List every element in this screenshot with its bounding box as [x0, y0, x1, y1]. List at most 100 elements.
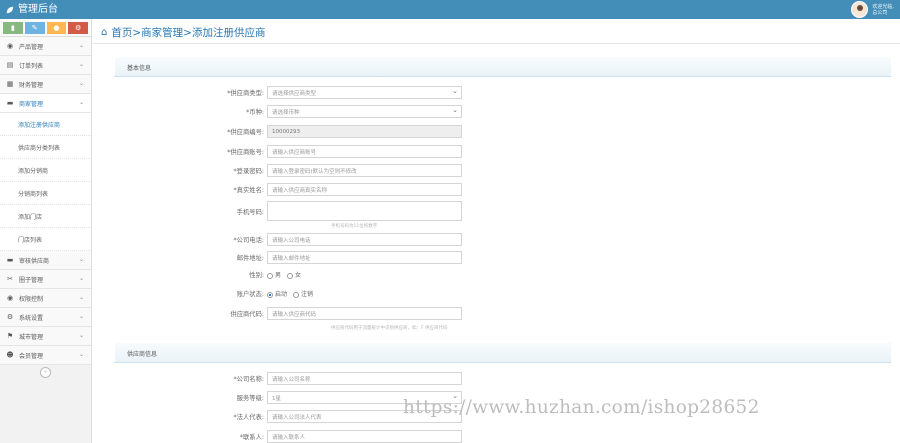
- sidebar-item-orders[interactable]: ▤ 订单列表 ⌄: [0, 56, 91, 75]
- sidebar-subitem[interactable]: 添加门店: [0, 205, 91, 228]
- circle-icon: ✂: [7, 275, 13, 283]
- placeholder: 请输入供应商真实名称: [272, 187, 328, 194]
- placeholder: 请输入公司名称: [272, 376, 311, 383]
- sidebar-item-label: 城市管理: [19, 333, 44, 341]
- sidebar-subitem[interactable]: 添加注册供应商: [0, 113, 91, 136]
- leaf-icon: [6, 6, 14, 13]
- order-icon: ▤: [6, 61, 14, 69]
- chevron-down-icon: ⌄: [78, 332, 84, 339]
- placeholder: 请输入邮件地址: [272, 255, 311, 262]
- avatar: [851, 1, 869, 18]
- form-row-gender: 性别: 男 女: [153, 270, 301, 279]
- sidebar-collapse: «: [0, 365, 91, 379]
- password-input[interactable]: 请输入登录密码(默认为空则不修改: [267, 164, 462, 177]
- sidebar-item-permission[interactable]: ◉ 权限控制 ⌄: [0, 289, 91, 308]
- sidebar-item-label: 订单列表: [19, 62, 44, 70]
- status-cancelled-radio[interactable]: 注销: [293, 289, 313, 298]
- placeholder: 请输入公司法人代表: [272, 414, 322, 421]
- currency-select[interactable]: 请选择币种: [267, 105, 462, 118]
- chevron-down-icon: ⌄: [78, 61, 84, 68]
- real-name-input[interactable]: 请输入供应商真实名称: [267, 183, 462, 196]
- user-greeting: 欢迎光临,: [872, 3, 894, 10]
- sidebar-item-finance[interactable]: ▦ 财务管理 ⌄: [0, 75, 91, 94]
- settings-icon: ⚙: [6, 313, 14, 321]
- pencil-icon[interactable]: ✎: [24, 22, 45, 34]
- select-value: 1星: [272, 395, 281, 402]
- sidebar-subitem[interactable]: 分销商列表: [0, 182, 91, 205]
- phone-input[interactable]: [267, 201, 462, 221]
- breadcrumb: ⌂ 首页>商家管理>添加注册供应商: [101, 25, 265, 40]
- field-label: *公司名称:: [233, 376, 264, 383]
- contact-input[interactable]: 请输入联系人: [267, 430, 462, 443]
- placeholder: 请输入联系人: [272, 434, 306, 441]
- placeholder: 请输入登录密码(默认为空则不修改: [272, 168, 357, 175]
- chevron-down-icon: ⌄: [78, 42, 84, 49]
- form-row-company-name: *公司名称: 请输入公司名称: [153, 372, 462, 385]
- audit-icon: ▬: [6, 256, 14, 264]
- chevron-down-icon: ⌄: [78, 313, 84, 320]
- gender-male-radio[interactable]: 男: [267, 270, 281, 279]
- sidebar-menu: ◉ 产品管理 ⌄ ▤ 订单列表 ⌄ ▦ 财务管理 ⌄ ▬ 商家管理 ⌄ 添加注册供应商 供应商分…: [0, 37, 91, 365]
- sidebar-subitem[interactable]: 供应商分类列表: [0, 136, 91, 159]
- supplier-code-hint: 供应商代码用于流量统计中识别供应商，如：F 供应商代码: [331, 326, 448, 331]
- field-label: 性别:: [249, 272, 264, 279]
- section-title: 基本信息: [127, 65, 152, 72]
- status-enabled-radio[interactable]: 启动: [267, 289, 287, 298]
- phone-hint: 手机号码为11位纯数字: [331, 224, 378, 229]
- home-icon[interactable]: ⌂: [101, 27, 107, 38]
- sidebar-subitem[interactable]: 门店列表: [0, 228, 91, 251]
- account-input[interactable]: 请输入供应商账号: [267, 145, 462, 158]
- gear-icon[interactable]: ⚙: [68, 22, 88, 34]
- account-status-radio-group: 启动 注销: [267, 289, 313, 298]
- form-row-account-status: 账户状态: 启动 注销: [153, 289, 313, 298]
- sidebar-item-settings[interactable]: ⚙ 系统设置 ⌄: [0, 308, 91, 327]
- sidebar-item-products[interactable]: ◉ 产品管理 ⌄: [0, 37, 91, 56]
- email-input[interactable]: 请输入邮件地址: [267, 251, 462, 264]
- field-label: 邮件地址:: [236, 255, 264, 262]
- member-icon: ☻: [6, 351, 14, 359]
- top-navbar: 管理后台 欢迎光临, 总公司: [0, 0, 900, 19]
- sidebar-item-label: 商家管理: [19, 100, 44, 108]
- supplier-code-input[interactable]: 请输入供应商代码: [267, 307, 462, 320]
- placeholder: 请输入供应商代码: [272, 311, 317, 318]
- radio-label: 男: [275, 272, 282, 279]
- sidebar-item-label: 圈子管理: [19, 276, 44, 284]
- field-label: *供应商类型:: [227, 90, 264, 97]
- field-label: 手机号码:: [236, 208, 264, 216]
- gender-radio-group: 男 女: [267, 270, 301, 279]
- permission-icon: ◉: [6, 294, 14, 302]
- form-row-real-name: *真实姓名: 请输入供应商真实名称: [153, 183, 462, 196]
- brand[interactable]: 管理后台: [6, 2, 58, 17]
- divider: [93, 43, 900, 44]
- select-value: 请选择币种: [272, 109, 300, 116]
- radio-circle: [287, 272, 294, 279]
- chart-icon[interactable]: ▮: [3, 22, 23, 34]
- sidebar-item-circle[interactable]: ✂ 圈子管理 ⌄: [0, 270, 91, 289]
- sidebar-item-merchants[interactable]: ▬ 商家管理 ⌄: [0, 94, 91, 113]
- sidebar-subitem[interactable]: 添加分销商: [0, 159, 91, 182]
- merchant-icon: ▬: [6, 99, 14, 107]
- user-menu[interactable]: 欢迎光临, 总公司: [851, 1, 894, 18]
- form-row-supplier-no: *供应商编号: 10000293: [153, 125, 462, 138]
- company-phone-input[interactable]: 请输入公司电话: [267, 233, 462, 246]
- users-icon[interactable]: ●: [46, 22, 67, 34]
- app-title: 管理后台: [18, 4, 58, 15]
- city-icon: ⚑: [6, 332, 14, 340]
- gender-female-radio[interactable]: 女: [287, 270, 301, 279]
- form-row-phone: 手机号码:: [153, 201, 462, 221]
- field-label: 供应商代码:: [230, 311, 264, 318]
- collapse-icon[interactable]: «: [40, 366, 51, 378]
- radio-label: 注销: [301, 291, 314, 298]
- section-title: 供应商信息: [127, 351, 158, 358]
- company-name-input[interactable]: 请输入公司名称: [267, 372, 462, 385]
- field-label: *法人代表:: [233, 414, 264, 421]
- sidebar-item-city[interactable]: ⚑ 城市管理 ⌄: [0, 327, 91, 346]
- form-row-email: 邮件地址: 请输入邮件地址: [153, 251, 462, 264]
- supplier-type-select[interactable]: 请选择供应商类型: [267, 86, 462, 99]
- sidebar-item-audit[interactable]: ▬ 审核供应商 ⌄: [0, 251, 91, 270]
- chevron-down-icon: ⌄: [78, 80, 84, 87]
- radio-label: 启动: [275, 291, 288, 298]
- field-label: *真实姓名:: [233, 187, 264, 194]
- sidebar-item-members[interactable]: ☻ 会员管理 ⌄: [0, 346, 91, 365]
- watermark: https://www.huzhan.com/ishop28652: [403, 397, 760, 418]
